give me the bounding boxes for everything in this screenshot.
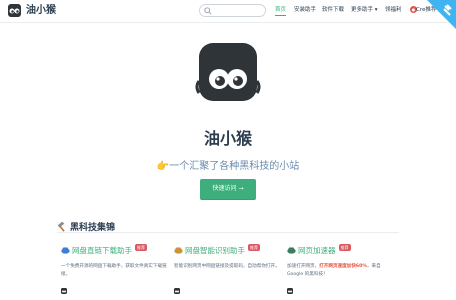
card-tag: 推荐: [135, 243, 147, 251]
site-name: 油小猴: [26, 5, 56, 16]
card-description: 加速打开网页，打开网页速度加快60%，来自 Google 的黑科技！: [287, 263, 395, 279]
monkey-mini-icon: [61, 288, 67, 294]
card-desc-text: 智能识别网页中网盘链接及提取码，自动帮你打开。: [174, 264, 280, 269]
hero-monkey-logo: [195, 43, 261, 101]
cloud-icon: [61, 247, 70, 254]
nav-software-download[interactable]: 软件下载: [322, 6, 344, 15]
site-brand[interactable]: 油小猴: [7, 3, 56, 18]
card-desc-text: 一个免费开源的网盘下载助手，获取文件真实下载链接。: [61, 264, 167, 277]
feature-card[interactable]: 网盘智能识别助手 推荐 智能识别网页中网盘链接及提取码，自动帮你打开。: [174, 243, 284, 300]
hero-title: 油小猴: [203, 129, 252, 148]
hero-description: 👉一个汇聚了各种黑科技的小站: [156, 161, 300, 172]
top-navbar: 油小猴 首页 安装助手 软件下载 更多助手 ▾ 领福利 ● Cre推荐: [0, 0, 456, 23]
card-tag: 推荐: [338, 243, 351, 251]
nav-home[interactable]: 首页: [275, 6, 287, 16]
search-icon: [204, 7, 212, 15]
nav-welfare[interactable]: 领福利: [385, 6, 402, 15]
quick-access-button[interactable]: 快速访问 →: [200, 179, 256, 200]
search-input[interactable]: [214, 6, 264, 16]
corner-ribbon-icon[interactable]: [427, 0, 456, 29]
section-divider: [57, 232, 399, 233]
search-box[interactable]: [199, 4, 266, 17]
card-tag: 推荐: [248, 243, 260, 251]
monkey-logo-icon: [8, 4, 21, 17]
cloud-icon: [174, 247, 183, 254]
card-title[interactable]: 网页加速器: [298, 245, 336, 256]
nav-install-helper[interactable]: 安装助手: [294, 6, 316, 15]
cloud-icon: [287, 247, 296, 254]
card-title[interactable]: 网盘直链下载助手: [72, 245, 132, 256]
card-description: 一个免费开源的网盘下载助手，获取文件真实下载链接。: [61, 263, 169, 279]
card-desc-highlight: 打开网页速度加快60%: [319, 264, 367, 269]
hammer-icon: [57, 221, 65, 232]
card-description: 智能识别网页中网盘链接及提取码，自动帮你打开。: [174, 263, 282, 279]
card-desc-text: 加速打开网页，: [287, 264, 320, 269]
nav-more-helpers[interactable]: 更多助手 ▾: [351, 6, 378, 15]
feature-card[interactable]: 网页加速器 推荐 加速打开网页，打开网页速度加快60%，来自 Google 的黑…: [287, 243, 397, 300]
monkey-mini-icon: [174, 288, 180, 294]
feature-card[interactable]: 网盘直链下载助手 推荐 一个免费开源的网盘下载助手，获取文件真实下载链接。: [61, 243, 171, 300]
monkey-mini-icon: [287, 288, 293, 294]
card-title[interactable]: 网盘智能识别助手: [185, 245, 245, 256]
